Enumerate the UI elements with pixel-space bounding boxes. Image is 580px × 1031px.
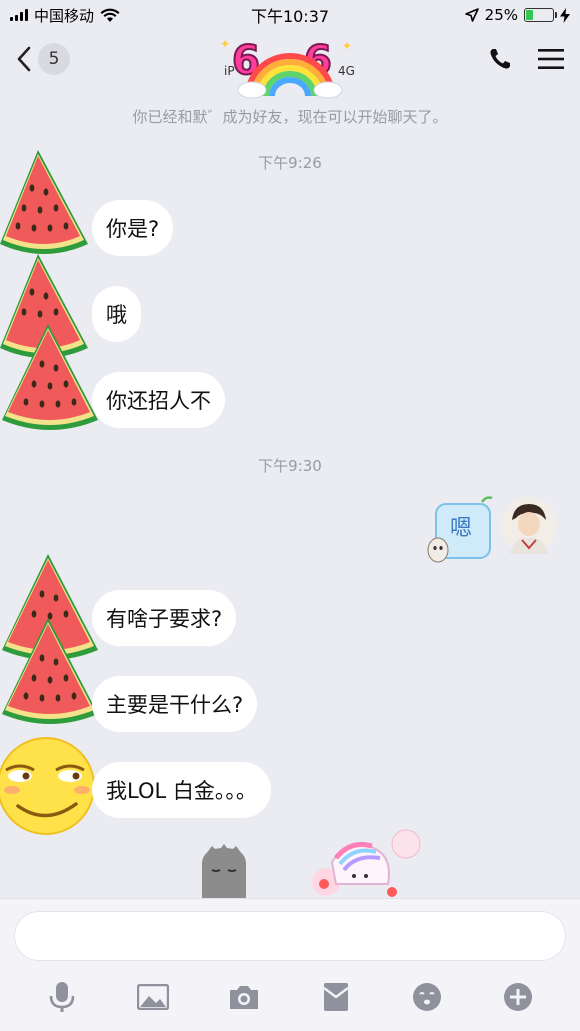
svg-text:✦: ✦: [342, 39, 352, 53]
voice-button[interactable]: [42, 977, 82, 1017]
header-actions: [488, 47, 564, 71]
battery-icon: [524, 8, 557, 22]
more-button[interactable]: [498, 977, 538, 1017]
status-right: 25%: [464, 6, 570, 24]
back-button[interactable]: 5: [16, 43, 70, 75]
timestamp: 下午9:30: [258, 457, 322, 475]
battery-percent: 25%: [484, 6, 518, 24]
watermelon-avatar-icon[interactable]: [0, 322, 100, 434]
message-bubble[interactable]: 你是?: [92, 200, 174, 256]
image-button[interactable]: [133, 977, 173, 1017]
camera-button[interactable]: [224, 977, 264, 1017]
contact-title[interactable]: iP i 4G 6 6 ✦ ✦: [200, 30, 380, 99]
input-area: [0, 898, 580, 1031]
chevron-left-icon: [17, 46, 31, 72]
message-input[interactable]: [14, 911, 566, 961]
status-left: 中国移动: [10, 5, 120, 26]
wifi-icon: [100, 8, 120, 22]
image-icon: [136, 984, 169, 1010]
watermelon-avatar-icon[interactable]: [0, 616, 100, 728]
message-bubble[interactable]: 你还招人不: [92, 372, 225, 428]
message-bubble[interactable]: 我LOL 白金。。。: [92, 762, 271, 818]
sticker-text: 嗯: [450, 516, 473, 541]
emoji-icon: [412, 983, 441, 1011]
carrier-label: 中国移动: [34, 6, 95, 25]
location-arrow-icon: [464, 8, 479, 22]
emoji-button[interactable]: [407, 977, 447, 1017]
menu-icon[interactable]: [538, 48, 564, 70]
system-note: 你已经和默゛成为好友，现在可以开始聊天了。: [132, 108, 448, 126]
hamster-sticker-icon[interactable]: [196, 844, 252, 900]
unicorn-sticker-icon[interactable]: [296, 822, 432, 900]
battery-fill: [526, 10, 533, 20]
message-bubble[interactable]: 主要是干什么?: [92, 676, 258, 732]
red-packet-button[interactable]: [316, 977, 356, 1017]
rainbow-sticker-icon: 6 6 ✦ ✦: [220, 37, 352, 99]
smirk-emoji-avatar-icon[interactable]: [0, 734, 96, 838]
charging-bolt-icon: [560, 7, 570, 23]
message-bubble[interactable]: 有啥子要求?: [92, 590, 237, 646]
status-bar: 中国移动 下午10:37 25%: [0, 0, 580, 30]
red-packet-icon: [322, 983, 349, 1011]
input-toolbar: [0, 975, 580, 1019]
camera-icon: [230, 986, 259, 1009]
microphone-icon: [49, 982, 74, 1012]
phone-icon[interactable]: [488, 47, 512, 71]
signal-icon: [10, 9, 28, 21]
unread-count-badge: 5: [38, 43, 70, 75]
svg-text:✦: ✦: [220, 37, 230, 51]
user-avatar-icon[interactable]: [500, 496, 558, 554]
sticker-message[interactable]: 嗯: [426, 496, 496, 568]
watermelon-avatar-icon[interactable]: [0, 148, 90, 256]
plus-icon: [504, 983, 533, 1011]
